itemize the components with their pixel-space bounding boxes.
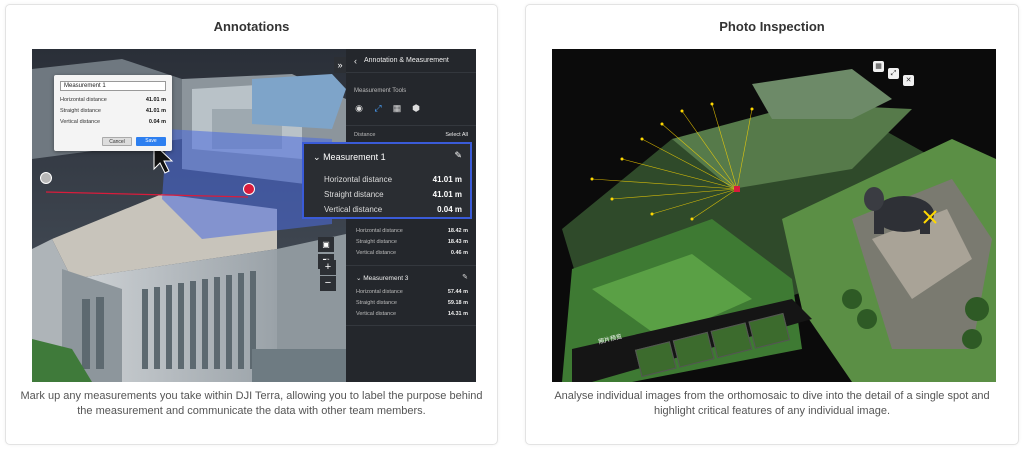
save-button[interactable]: Save <box>136 137 166 146</box>
dialog-row: Vertical distance 0.04 m <box>60 119 166 125</box>
area-tool-icon[interactable]: ▦ <box>392 103 402 113</box>
row-label: Straight distance <box>356 300 397 306</box>
annotations-screenshot: Measurement 1 Horizontal distance 41.01 … <box>32 49 476 382</box>
row-value: 18.42 m <box>447 228 468 234</box>
dialog-row: Horizontal distance 41.01 m <box>60 97 166 103</box>
row-label: Horizontal distance <box>356 289 403 295</box>
dialog-row: Straight distance 41.01 m <box>60 108 166 114</box>
m2-row: Horizontal distance 18.42 m <box>356 228 468 234</box>
point-tool-icon[interactable]: ◉ <box>354 103 364 113</box>
distance-label: Distance <box>354 132 376 138</box>
row-label: Horizontal distance <box>60 97 107 103</box>
popup-row: Vertical distance 0.04 m <box>324 205 462 214</box>
back-arrow-icon[interactable]: ‹ <box>354 56 357 66</box>
row-label: Vertical distance <box>324 205 383 214</box>
m3-row: Horizontal distance 57.44 m <box>356 289 468 295</box>
line-tool-icon[interactable]: ⤢ <box>373 103 383 113</box>
measurement-name-input[interactable]: Measurement 1 <box>60 81 166 91</box>
measure-end-point[interactable] <box>243 183 255 195</box>
card-description: Mark up any measurements you take within… <box>20 390 483 417</box>
row-value: 14.31 m <box>447 311 468 317</box>
measurement-tools: ◉ ⤢ ▦ ⬢ <box>354 103 421 113</box>
row-value: 0.46 m <box>450 250 468 256</box>
chevron-down-icon: ⌄ <box>313 152 321 162</box>
popup-title-text: Measurement 1 <box>323 152 386 162</box>
expand-panel-button[interactable]: » <box>334 57 346 73</box>
photo-inspection-card: Photo Inspection 照片预览 ▦ ⤢ ✕ Analyse indi… <box>525 4 1019 445</box>
row-value: 18.43 m <box>447 239 468 245</box>
photo-inspection-screenshot: 照片预览 ▦ ⤢ ✕ <box>552 49 996 382</box>
edit-icon[interactable]: ✎ <box>462 273 468 281</box>
measurement3-title: Measurement 3 <box>363 275 409 282</box>
measurement3-item[interactable]: ⌄ Measurement 3 <box>356 274 408 282</box>
measure-start-point[interactable] <box>40 172 52 184</box>
volume-tool-icon[interactable]: ⬢ <box>411 103 421 113</box>
expand-icon[interactable]: ⤢ <box>888 68 899 79</box>
m2-row: Straight distance 18.43 m <box>356 239 468 245</box>
row-label: Horizontal distance <box>356 228 403 234</box>
row-label: Straight distance <box>356 239 397 245</box>
close-icon[interactable]: ✕ <box>903 75 914 86</box>
row-value: 0.04 m <box>148 119 166 125</box>
row-value: 57.44 m <box>447 289 468 295</box>
edit-icon[interactable]: ✎ <box>454 150 462 161</box>
row-value: 0.04 m <box>437 205 462 214</box>
row-label: Straight distance <box>60 108 101 114</box>
grid-view-icon[interactable]: ▦ <box>873 61 884 72</box>
row-value: 41.01 m <box>432 175 462 184</box>
3d-model-view[interactable]: Measurement 1 Horizontal distance 41.01 … <box>32 49 346 382</box>
measurement-popup: ⌄ Measurement 1 ✎ Horizontal distance 41… <box>302 142 472 219</box>
select-all-link[interactable]: Select All <box>445 132 468 138</box>
row-value: 41.01 m <box>145 97 166 103</box>
card-title: Annotations <box>213 19 290 34</box>
row-label: Vertical distance <box>60 119 101 125</box>
panel-title: Annotation & Measurement <box>364 57 449 64</box>
row-label: Straight distance <box>324 190 384 199</box>
cube-view-icon[interactable]: ▣ <box>318 237 334 252</box>
zoom-in-button[interactable]: + <box>320 260 336 275</box>
row-value: 41.01 m <box>432 190 462 199</box>
popup-title: ⌄ Measurement 1 <box>313 152 386 163</box>
chevron-down-icon: ⌄ <box>356 275 362 282</box>
m2-row: Vertical distance 0.46 m <box>356 250 468 256</box>
zoom-out-button[interactable]: − <box>320 276 336 291</box>
tools-label: Measurement Tools <box>354 88 407 94</box>
row-value: 41.01 m <box>145 108 166 114</box>
card-title: Photo Inspection <box>719 19 825 34</box>
m3-row: Vertical distance 14.31 m <box>356 311 468 317</box>
cancel-button[interactable]: Cancel <box>102 137 132 146</box>
popup-row: Horizontal distance 41.01 m <box>324 175 462 184</box>
row-label: Vertical distance <box>356 311 397 317</box>
card-description: Analyse individual images from the ortho… <box>554 390 990 417</box>
row-value: 59.18 m <box>447 300 468 306</box>
panel-header: ‹ Annotation & Measurement <box>346 49 476 73</box>
measurement-name-dialog: Measurement 1 Horizontal distance 41.01 … <box>54 75 172 151</box>
popup-row: Straight distance 41.01 m <box>324 190 462 199</box>
m3-row: Straight distance 59.18 m <box>356 300 468 306</box>
row-label: Horizontal distance <box>324 175 393 184</box>
row-label: Vertical distance <box>356 250 397 256</box>
distance-header: Distance Select All <box>354 132 468 138</box>
annotations-card: Annotations Measurement 1 Horizontal dis… <box>5 4 498 445</box>
